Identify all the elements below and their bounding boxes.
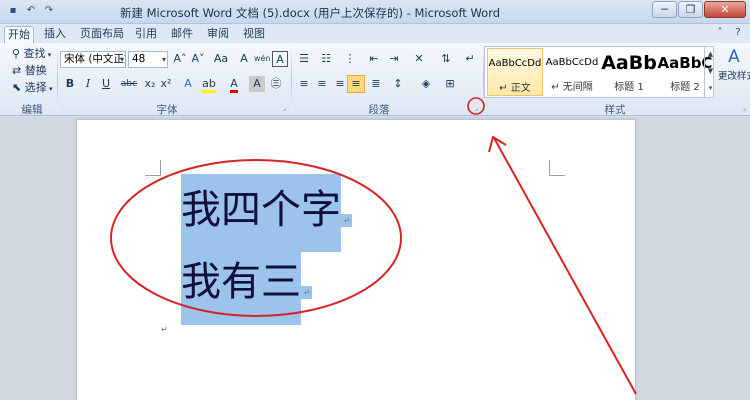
change-case-button[interactable]: Aa (211, 51, 231, 67)
text-line-2[interactable]: 我有三 ↵ (181, 247, 312, 325)
subscript-button[interactable]: x₂ (142, 76, 158, 92)
highlight-icon[interactable]: ab (201, 76, 217, 93)
styles-scroll: ▲ ▼ ▾ (704, 46, 716, 98)
multilevel-list-icon[interactable]: ⋮ (342, 51, 358, 67)
paragraph-dialog-launcher-icon[interactable]: ⌟ (472, 104, 481, 113)
binoculars-icon: ⚲ (12, 47, 21, 60)
justify-icon[interactable]: ≡ (347, 75, 365, 93)
superscript-button[interactable]: x² (158, 76, 174, 92)
chevron-down-icon: ▾ (119, 55, 124, 64)
text-line-1[interactable]: 我四个字 ↵ (181, 174, 352, 252)
find-button[interactable]: ⚲ 查找 ▾ (12, 45, 51, 62)
replace-button[interactable]: ⇄ 替换 (12, 62, 47, 79)
tab-mailings[interactable]: 邮件 (168, 26, 196, 43)
styles-dialog-launcher-icon[interactable]: ⌟ (740, 104, 749, 113)
italic-button[interactable]: I (80, 76, 96, 92)
window-controls: ─ ❐ ✕ (652, 1, 746, 18)
chinese-layout-icon[interactable]: ✕ (411, 51, 427, 67)
grow-font-button[interactable]: A˄ (172, 51, 188, 67)
align-left-icon[interactable]: ≡ (296, 76, 312, 92)
paragraph-mark: ↵ (161, 325, 168, 334)
document-area: 我四个字 ↵ 我有三 ↵ ↵ (0, 117, 750, 400)
style-heading-1[interactable]: AaBb 标题 1 (601, 48, 657, 96)
shading-icon[interactable]: ◈ (418, 76, 434, 92)
paragraph-mark: ↵ (301, 286, 312, 299)
maximize-button[interactable]: ❐ (678, 1, 703, 18)
align-right-icon[interactable]: ≡ (332, 76, 348, 92)
document-page[interactable]: 我四个字 ↵ 我有三 ↵ ↵ (77, 120, 635, 400)
scroll-up-icon[interactable]: ▲ (705, 46, 716, 63)
decrease-indent-icon[interactable]: ⇤ (366, 51, 382, 67)
distributed-icon[interactable]: ≣ (368, 76, 384, 92)
tab-view[interactable]: 视图 (240, 26, 268, 43)
underline-button[interactable]: U (98, 76, 114, 92)
ribbon: ⚲ 查找 ▾ ⇄ 替换 ⬉ 选择 ▾ 编辑 宋体 (中文正文▾ 48▾ A˄ A… (0, 43, 750, 116)
replace-icon: ⇄ (12, 64, 22, 77)
group-label-paragraph: 段落 (368, 104, 390, 116)
font-color-icon[interactable]: A (226, 76, 242, 93)
ribbon-tabs: 开始 插入 页面布局 引用 邮件 审阅 视图 ˄ ? (0, 24, 750, 43)
enclose-char-icon[interactable]: ㊂ (268, 76, 284, 92)
change-styles-button[interactable]: A 更改样式 (718, 46, 750, 98)
group-label-editing: 编辑 (21, 104, 43, 116)
tab-home[interactable]: 开始 (4, 26, 34, 43)
text-effects-icon[interactable]: A (180, 76, 196, 92)
sort-icon[interactable]: ⇅ (438, 51, 454, 67)
change-styles-icon: A (728, 47, 740, 67)
minimize-button[interactable]: ─ (652, 1, 677, 18)
style-no-spacing[interactable]: AaBbCcDd ↵ 无间隔 (544, 48, 600, 96)
help-icon[interactable]: ? (732, 27, 744, 39)
title-bar: ▪ ↶ ↷ 新建 Microsoft Word 文档 (5).docx (用户上… (0, 0, 750, 24)
window-title: 新建 Microsoft Word 文档 (5).docx (用户上次保存的) … (119, 6, 501, 20)
shrink-font-button[interactable]: A˅ (190, 51, 206, 67)
group-separator (291, 46, 292, 112)
char-shading-button[interactable]: A (249, 76, 265, 92)
chevron-down-icon: ▾ (161, 55, 166, 64)
group-label-styles: 样式 (604, 104, 626, 116)
more-styles-icon[interactable]: ▾ (705, 80, 716, 97)
bullets-icon[interactable]: ☰ (296, 51, 312, 67)
tab-review[interactable]: 审阅 (204, 26, 232, 43)
select-button[interactable]: ⬉ 选择 ▾ (12, 79, 52, 96)
tab-page-layout[interactable]: 页面布局 (78, 26, 126, 43)
bold-button[interactable]: B (62, 76, 78, 92)
paragraph-mark: ↵ (341, 214, 352, 227)
increase-indent-icon[interactable]: ⇥ (386, 51, 402, 67)
tab-insert[interactable]: 插入 (40, 26, 70, 43)
cursor-icon: ⬉ (12, 81, 22, 94)
minimize-ribbon-icon[interactable]: ˄ (714, 27, 726, 39)
selected-text: 我有三 (181, 247, 301, 325)
crop-mark (549, 160, 565, 176)
font-size-combo[interactable]: 48 ▾ (128, 51, 168, 68)
numbering-icon[interactable]: ☷ (318, 51, 334, 67)
pinyin-guide-button[interactable]: wén (254, 51, 271, 67)
char-border-button[interactable]: A (272, 51, 288, 67)
scroll-down-icon[interactable]: ▼ (705, 63, 716, 80)
group-separator (57, 46, 58, 112)
tab-references[interactable]: 引用 (132, 26, 160, 43)
group-label-font: 字体 (156, 104, 178, 116)
close-button[interactable]: ✕ (704, 1, 746, 18)
show-marks-icon[interactable]: ↵ (462, 51, 478, 67)
crop-mark (145, 160, 161, 176)
style-normal[interactable]: AaBbCcDd ↵ 正文 (487, 48, 543, 96)
styles-gallery: AaBbCcDd ↵ 正文 AaBbCcDd ↵ 无间隔 AaBb 标题 1 A… (484, 46, 714, 98)
clear-format-button[interactable]: A (236, 51, 252, 67)
align-center-icon[interactable]: ≡ (314, 76, 330, 92)
selected-text: 我四个字 (181, 174, 341, 252)
line-spacing-icon[interactable]: ↕ (390, 76, 406, 92)
font-dialog-launcher-icon[interactable]: ⌟ (280, 104, 289, 113)
font-name-combo[interactable]: 宋体 (中文正文▾ (60, 51, 126, 68)
strikethrough-button[interactable]: abc (118, 76, 140, 92)
borders-icon[interactable]: ⊞ (442, 76, 458, 92)
